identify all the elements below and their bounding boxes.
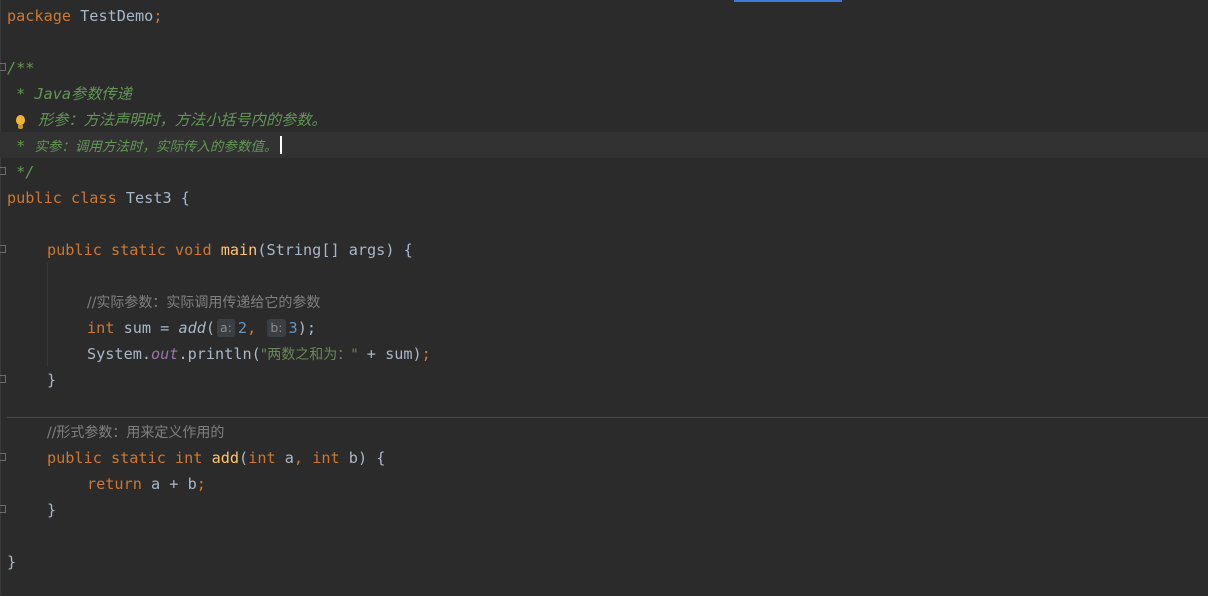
closing-brace: } bbox=[47, 371, 57, 389]
code-line[interactable]: public static void main(String[] args) { bbox=[47, 237, 413, 263]
static-field: out bbox=[151, 345, 179, 363]
code-line[interactable]: 形参：方法声明时，方法小括号内的参数。 bbox=[7, 107, 327, 133]
doc-comment-close: */ bbox=[7, 163, 35, 181]
code-line[interactable]: } bbox=[7, 549, 16, 575]
code-line[interactable]: * Java参数传递 bbox=[7, 81, 132, 107]
code-line[interactable]: package TestDemo; bbox=[7, 3, 162, 29]
method-name: main bbox=[220, 241, 258, 259]
semicolon: ; bbox=[421, 345, 431, 363]
doc-comment-open: /** bbox=[7, 59, 35, 77]
keyword: int bbox=[312, 449, 340, 467]
param-name: a bbox=[275, 449, 294, 467]
comma: , bbox=[247, 319, 266, 337]
code-line[interactable]: */ bbox=[7, 159, 34, 185]
text-caret bbox=[280, 136, 283, 154]
fold-marker-icon[interactable] bbox=[0, 245, 6, 255]
number-literal: 3 bbox=[288, 319, 298, 337]
method-call: .println( bbox=[178, 345, 261, 363]
paren: ( bbox=[205, 319, 216, 337]
package-name: TestDemo bbox=[71, 7, 154, 25]
parameter-hint: a: bbox=[217, 319, 235, 337]
code-line[interactable]: int sum = add(a: 2, b: 3); bbox=[87, 315, 316, 341]
code-line[interactable]: } bbox=[47, 497, 56, 523]
method-separator bbox=[7, 417, 1208, 418]
param-name: b) { bbox=[339, 449, 386, 467]
code-line[interactable]: public class Test3 { bbox=[7, 185, 190, 211]
code-line[interactable]: //形式参数：用来定义作用的 bbox=[47, 419, 224, 445]
call-close: ); bbox=[297, 319, 316, 337]
fold-marker-icon[interactable] bbox=[0, 375, 6, 385]
keyword: int bbox=[87, 319, 115, 337]
closing-brace: } bbox=[7, 553, 17, 571]
code-line[interactable]: //实际参数：实际调用传递给它的参数 bbox=[87, 289, 320, 315]
string-literal: "两数之和为：" bbox=[260, 347, 358, 363]
class-ref: System. bbox=[87, 345, 152, 363]
number-literal: 2 bbox=[237, 319, 248, 337]
line-comment: //实际参数：实际调用传递给它的参数 bbox=[87, 295, 321, 311]
code-line[interactable]: return a + b; bbox=[87, 471, 206, 497]
method-params: (String[] args) { bbox=[257, 241, 413, 259]
paren: ( bbox=[239, 449, 249, 467]
fold-marker-icon[interactable] bbox=[0, 167, 6, 177]
doc-star: * bbox=[7, 137, 35, 155]
doc-star: * bbox=[7, 85, 35, 103]
editor-tab-indicator bbox=[734, 0, 842, 2]
parameter-hint: b: bbox=[267, 319, 286, 337]
semicolon: ; bbox=[153, 7, 163, 25]
keyword: public static void bbox=[47, 241, 221, 259]
expression: a + b bbox=[141, 475, 197, 493]
expression: + sum) bbox=[357, 345, 422, 363]
code-line[interactable]: System.out.println("两数之和为：" + sum); bbox=[87, 341, 431, 367]
method-call: add bbox=[178, 319, 206, 337]
closing-brace: } bbox=[47, 501, 57, 519]
class-name: Test3 { bbox=[125, 189, 190, 207]
fold-marker-icon[interactable] bbox=[0, 453, 6, 463]
fold-marker-icon[interactable] bbox=[0, 505, 6, 515]
keyword: public static int bbox=[47, 449, 212, 467]
semicolon: ; bbox=[196, 475, 206, 493]
comma: , bbox=[293, 449, 313, 467]
keyword: return bbox=[87, 475, 142, 493]
code-line[interactable]: /** bbox=[7, 55, 34, 81]
code-line-current[interactable]: * 实参：调用方法时，实际传入的参数值。 bbox=[7, 133, 283, 159]
line-comment: //形式参数：用来定义作用的 bbox=[47, 425, 225, 441]
code-line[interactable]: public static int add(int a, int b) { bbox=[47, 445, 385, 471]
indent-guide bbox=[47, 263, 48, 367]
doc-comment-text: 形参：方法声明时，方法小括号内的参数。 bbox=[38, 111, 327, 129]
doc-comment-text: Java参数传递 bbox=[34, 85, 132, 103]
doc-comment-text: 实参：调用方法时，实际传入的参数值。 bbox=[34, 139, 278, 155]
keyword: int bbox=[248, 449, 276, 467]
fold-marker-icon[interactable] bbox=[0, 63, 6, 73]
keyword: package bbox=[7, 7, 72, 25]
keyword: public class bbox=[7, 189, 126, 207]
method-name: add bbox=[211, 449, 240, 467]
code-editor[interactable]: package TestDemo; /** * Java参数传递 形参：方法声明… bbox=[0, 0, 1208, 596]
code-line[interactable]: } bbox=[47, 367, 56, 393]
variable-decl: sum = bbox=[114, 319, 179, 337]
